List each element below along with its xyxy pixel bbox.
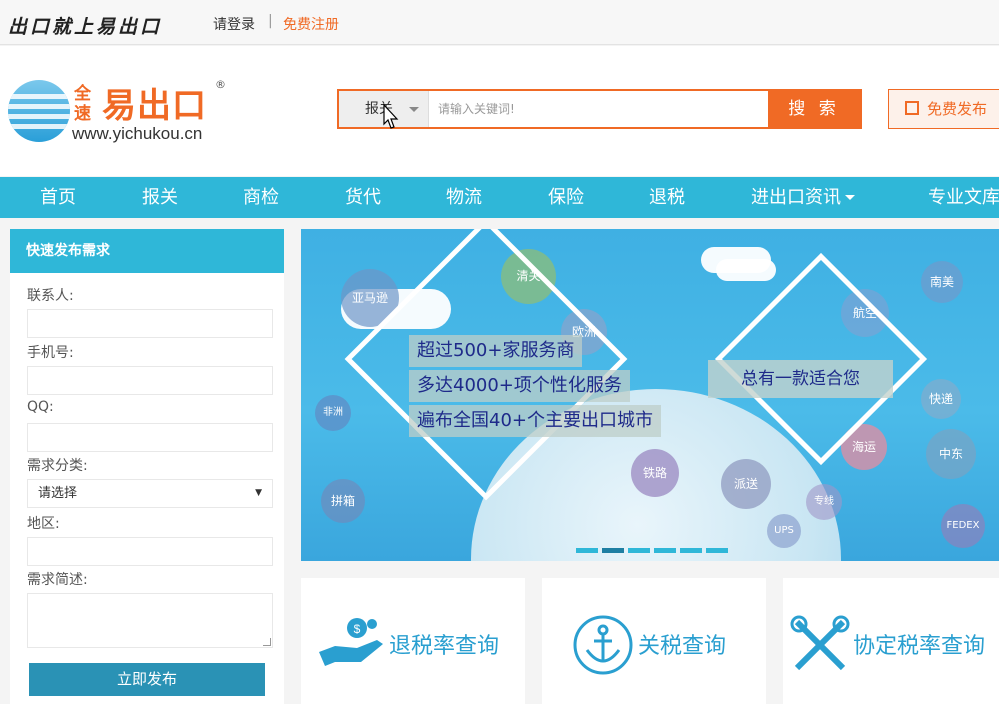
- search-button[interactable]: 搜 索: [768, 91, 860, 127]
- cloud: [716, 259, 776, 281]
- search-bar: 报关 搜 索: [337, 89, 862, 129]
- nav-inspection[interactable]: 商检: [243, 177, 279, 218]
- carousel-dot[interactable]: [680, 548, 702, 553]
- tariff-query-tile[interactable]: 关税查询: [542, 578, 766, 704]
- bubble: 铁路: [631, 449, 679, 497]
- bubble: 专线: [806, 484, 842, 520]
- svg-text:$: $: [354, 622, 361, 636]
- carousel-dot[interactable]: [706, 548, 728, 553]
- free-publish-button[interactable]: 免费发布: [888, 89, 999, 129]
- category-select[interactable]: 请选择 ▼: [27, 479, 273, 508]
- region-field[interactable]: [27, 537, 273, 566]
- phone-label: 手机号:: [27, 345, 74, 361]
- divider: |: [268, 13, 273, 29]
- carousel-dot[interactable]: [654, 548, 676, 553]
- nav-customs[interactable]: 报关: [142, 177, 178, 218]
- chevron-down-icon: ▼: [255, 488, 262, 498]
- nav-trade-news[interactable]: 进出口资讯: [751, 177, 855, 218]
- globe-logo-icon: [8, 80, 70, 142]
- contact-field[interactable]: [27, 309, 273, 338]
- agreement-rate-tile[interactable]: 协定税率查询: [783, 578, 999, 704]
- bubble: FEDEX: [941, 504, 985, 548]
- nav-tax-refund[interactable]: 退税: [649, 177, 685, 218]
- bubble: 快递: [921, 379, 961, 419]
- quick-request-form: 快速发布需求 联系人: 手机号: QQ: 需求分类: 请选择 ▼ 地区: 需求简述…: [10, 229, 284, 704]
- bubble: 非洲: [315, 395, 351, 431]
- bubble: 南美: [921, 261, 963, 303]
- logo-url: www.yichukou.cn: [72, 124, 203, 143]
- hand-coin-icon: $: [319, 618, 383, 666]
- nav-forwarding[interactable]: 货代: [345, 177, 381, 218]
- phone-field[interactable]: [27, 366, 273, 395]
- submit-button[interactable]: 立即发布: [29, 663, 265, 696]
- contact-label: 联系人:: [27, 288, 74, 304]
- region-label: 地区:: [27, 516, 60, 532]
- edit-icon: [905, 101, 919, 115]
- qq-field[interactable]: [27, 423, 273, 452]
- logo-quan: 全速: [74, 84, 91, 124]
- resize-handle-icon[interactable]: [263, 638, 271, 646]
- registered-mark: ®: [215, 78, 226, 91]
- bubble: UPS: [767, 514, 801, 548]
- search-input[interactable]: [430, 91, 770, 127]
- carousel-dot[interactable]: [628, 548, 650, 553]
- tile-label: 退税率查询: [389, 634, 500, 659]
- promo-banner[interactable]: 清关 亚马逊 非洲 拼箱 铁路 派送 海运 FEDEX UPS 南美 中东 快递…: [301, 229, 999, 561]
- header: 全速 易出口 ® www.yichukou.cn 报关 搜 索 免费发布: [0, 46, 999, 176]
- carousel-dot[interactable]: [576, 548, 598, 553]
- description-field[interactable]: [27, 593, 273, 648]
- tools-icon: [790, 615, 850, 671]
- login-link[interactable]: 请登录: [213, 14, 255, 34]
- banner-slogan: 总有一款适合您: [708, 360, 893, 398]
- carousel-dots[interactable]: [576, 538, 736, 553]
- banner-line-1: 超过500+家服务商: [409, 335, 583, 367]
- banner-line-2: 多达4000+项个性化服务: [409, 370, 630, 402]
- description-label: 需求简述:: [27, 572, 88, 588]
- qq-label: QQ:: [27, 399, 54, 415]
- carousel-dot[interactable]: [602, 548, 624, 553]
- category-label: 需求分类:: [27, 458, 88, 474]
- site-slogan: 出口就上易出口: [8, 16, 163, 38]
- nav-logistics[interactable]: 物流: [446, 177, 482, 218]
- top-bar: 出口就上易出口 请登录 | 免费注册: [0, 0, 999, 45]
- nav-home[interactable]: 首页: [40, 177, 76, 218]
- nav-insurance[interactable]: 保险: [548, 177, 584, 218]
- bubble: 拼箱: [321, 479, 365, 523]
- main-nav: 首页 报关 商检 货代 物流 保险 退税 进出口资讯 专业文库: [0, 177, 999, 218]
- nav-library[interactable]: 专业文库: [928, 177, 999, 218]
- tax-refund-rate-tile[interactable]: $ 退税率查询: [301, 578, 525, 704]
- bubble: 中东: [926, 429, 976, 479]
- tile-label: 协定税率查询: [853, 634, 986, 659]
- site-logo[interactable]: 全速 易出口 ® www.yichukou.cn: [8, 76, 228, 146]
- tile-label: 关税查询: [638, 634, 727, 659]
- chevron-down-icon: [409, 107, 419, 112]
- anchor-icon: [573, 615, 633, 675]
- register-link[interactable]: 免费注册: [283, 14, 339, 34]
- mouse-cursor-icon: [383, 104, 399, 129]
- logo-wordmark: 易出口: [102, 86, 207, 126]
- banner-line-3: 遍布全国40+个主要出口城市: [409, 405, 661, 437]
- form-title: 快速发布需求: [10, 229, 284, 273]
- bubble: 派送: [721, 459, 771, 509]
- chevron-down-icon: [845, 195, 855, 200]
